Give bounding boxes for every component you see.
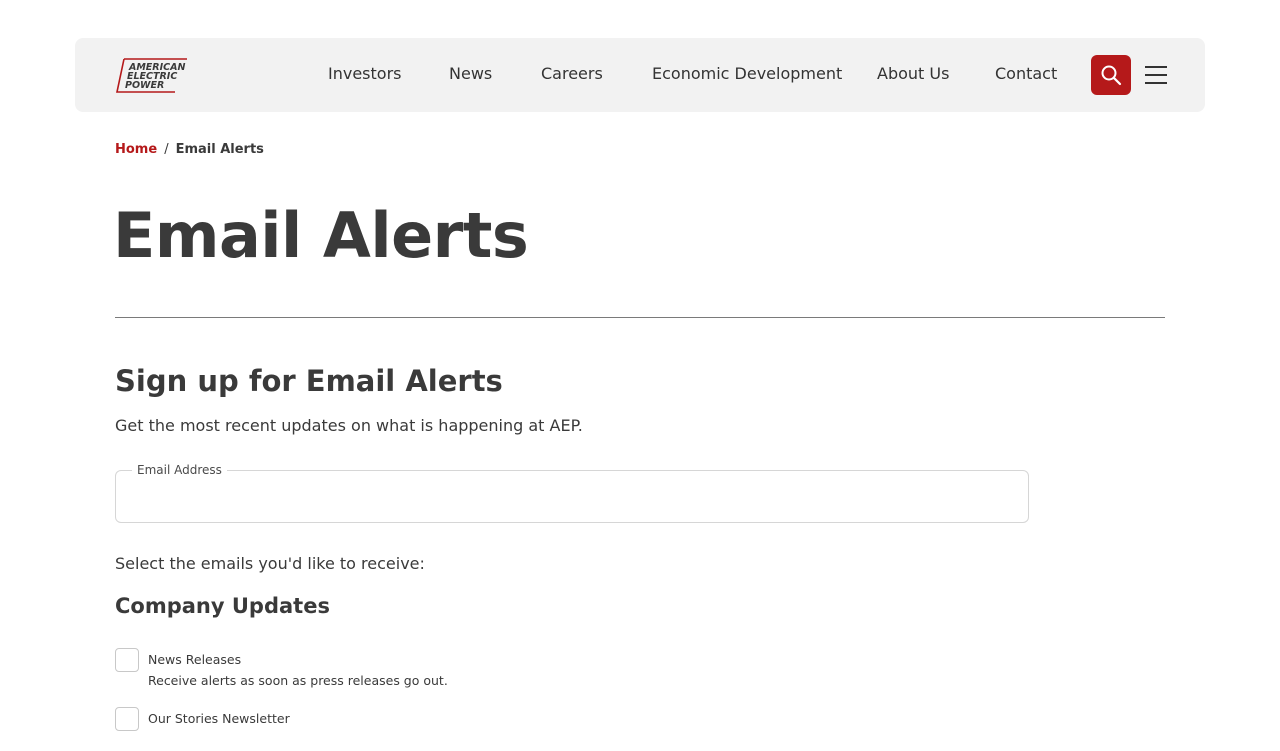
search-button[interactable] bbox=[1091, 55, 1131, 95]
option-our-stories-newsletter: Our Stories Newsletter bbox=[115, 707, 715, 751]
signup-section-title: Sign up for Email Alerts bbox=[115, 364, 503, 398]
breadcrumb-home-link[interactable]: Home bbox=[115, 142, 157, 157]
nav-item-news[interactable]: News bbox=[449, 64, 492, 84]
email-field: Email Address bbox=[115, 462, 1029, 523]
our-stories-newsletter-checkbox[interactable] bbox=[115, 707, 139, 731]
breadcrumb: Home / Email Alerts bbox=[115, 142, 264, 158]
option-description: Receive alerts as soon as press releases… bbox=[148, 673, 448, 688]
site-header: AMERICAN ELECTRIC POWER Investors News C… bbox=[75, 38, 1205, 112]
nav-item-economic-development[interactable]: Economic Development bbox=[652, 64, 842, 84]
main-nav: Investors News Careers Economic Developm… bbox=[75, 38, 1205, 112]
news-releases-checkbox[interactable] bbox=[115, 648, 139, 672]
option-label: News Releases bbox=[148, 652, 242, 667]
signup-description: Get the most recent updates on what is h… bbox=[115, 416, 583, 435]
nav-item-contact[interactable]: Contact bbox=[995, 64, 1057, 84]
option-news-releases: News Releases Receive alerts as soon as … bbox=[115, 648, 715, 692]
breadcrumb-current: Email Alerts bbox=[175, 142, 264, 157]
hamburger-menu-icon[interactable] bbox=[1145, 65, 1167, 85]
email-input[interactable] bbox=[116, 471, 1028, 522]
company-updates-heading: Company Updates bbox=[115, 594, 330, 618]
search-icon bbox=[1101, 65, 1122, 86]
email-field-label: Email Address bbox=[132, 462, 227, 478]
nav-item-about-us[interactable]: About Us bbox=[877, 64, 949, 84]
nav-item-investors[interactable]: Investors bbox=[328, 64, 401, 84]
select-emails-prompt: Select the emails you'd like to receive: bbox=[115, 554, 425, 573]
nav-item-careers[interactable]: Careers bbox=[541, 64, 603, 84]
breadcrumb-separator: / bbox=[164, 142, 169, 157]
divider bbox=[115, 317, 1165, 318]
option-label: Our Stories Newsletter bbox=[148, 711, 290, 726]
page-title: Email Alerts bbox=[113, 199, 529, 272]
